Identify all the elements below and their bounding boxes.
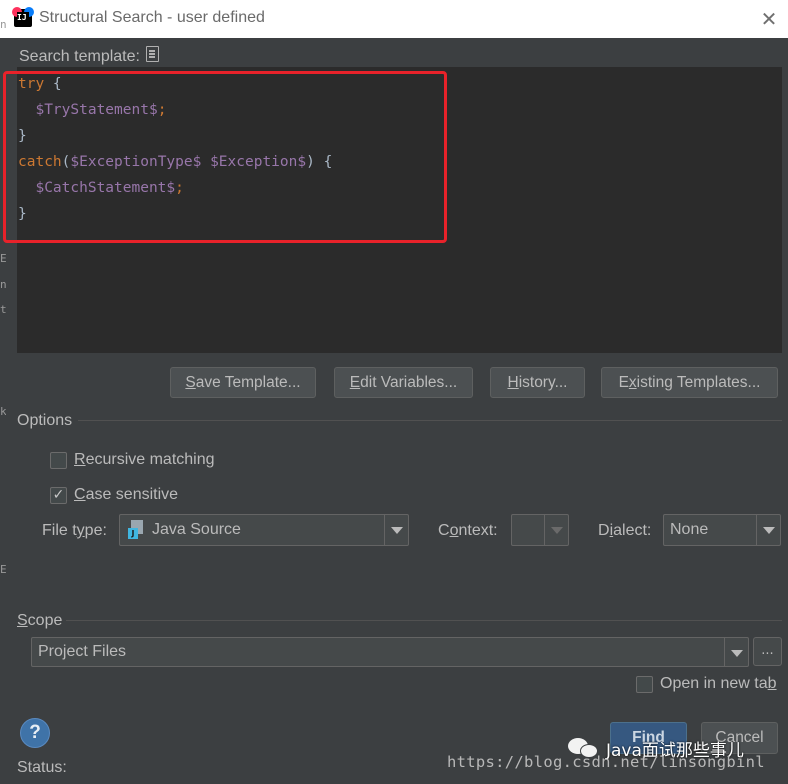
chevron-down-icon[interactable]: [756, 515, 780, 545]
options-header: Options: [17, 412, 73, 429]
edit-variables-button[interactable]: Edit Variables...: [334, 367, 473, 398]
case-sensitive-checkbox[interactable]: ✓: [50, 487, 67, 504]
close-icon[interactable]: ✕: [756, 6, 782, 32]
open-in-new-tab-checkbox[interactable]: [636, 676, 653, 693]
background-artifact: t: [0, 303, 6, 316]
case-sensitive-label[interactable]: Case sensitive: [74, 486, 178, 504]
background-artifact: k: [0, 405, 6, 418]
background-artifact: n: [0, 278, 6, 291]
background-artifact: E: [0, 563, 6, 576]
scope-dropdown[interactable]: Project Files: [31, 637, 749, 667]
document-icon[interactable]: [146, 46, 159, 62]
file-type-label: File type:: [42, 522, 107, 539]
background-artifact: n: [0, 18, 6, 31]
java-file-icon: J: [128, 520, 143, 539]
context-label: Context:: [438, 522, 498, 539]
recursive-matching-checkbox[interactable]: [50, 452, 67, 469]
chevron-down-icon[interactable]: [384, 515, 408, 545]
dialect-dropdown[interactable]: None: [663, 514, 781, 546]
background-artifact: E: [0, 252, 6, 265]
chevron-down-icon[interactable]: [544, 515, 568, 545]
red-annotation-box: [3, 71, 447, 243]
existing-templates-button[interactable]: Existing Templates...: [601, 367, 778, 398]
status-label: Status:: [17, 759, 67, 776]
title-bar: IJ Structural Search - user defined ✕: [0, 0, 788, 38]
scope-value: Project Files: [38, 643, 127, 660]
dialect-value: None: [670, 521, 709, 538]
open-in-new-tab-label[interactable]: Open in new tab: [660, 675, 777, 693]
file-type-dropdown[interactable]: J Java Source: [119, 514, 409, 546]
window-title: Structural Search - user defined: [39, 9, 265, 26]
csdn-url-watermark: https://blog.csdn.net/linsongbinl: [447, 753, 765, 771]
search-template-label: Search template:: [19, 48, 140, 65]
recursive-matching-label[interactable]: Recursive matching: [74, 451, 215, 469]
options-separator: [78, 420, 782, 421]
scope-header: Scope: [17, 612, 63, 629]
scope-separator: [66, 620, 782, 621]
history-button[interactable]: History...: [490, 367, 585, 398]
chevron-down-icon[interactable]: [724, 638, 748, 666]
dialect-label: Dialect:: [598, 522, 652, 539]
file-type-value: Java Source: [152, 521, 241, 538]
scope-more-button[interactable]: ...: [753, 637, 782, 666]
context-dropdown[interactable]: [511, 514, 569, 546]
help-icon[interactable]: ?: [20, 718, 50, 748]
save-template-button[interactable]: Save Template...: [170, 367, 316, 398]
intellij-app-icon: IJ: [12, 7, 34, 27]
